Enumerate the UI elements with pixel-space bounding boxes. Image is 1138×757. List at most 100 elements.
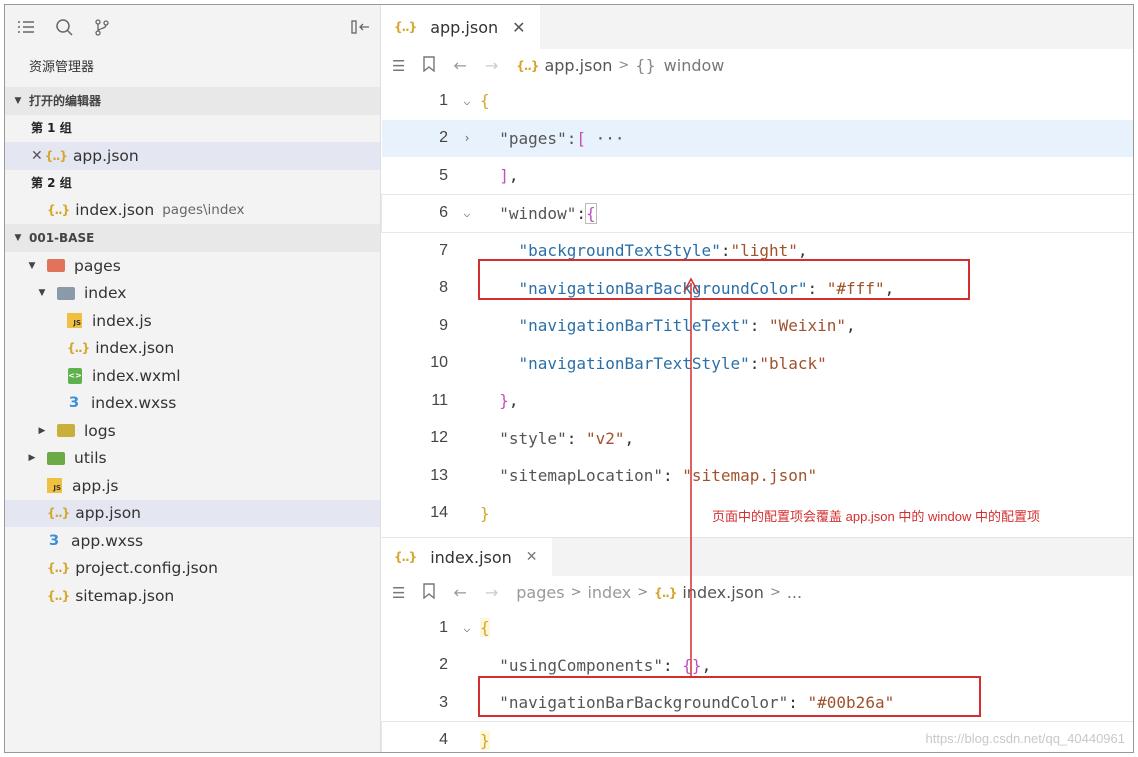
close-icon[interactable]: ✕ <box>31 148 43 164</box>
open-editor-index-json[interactable]: {..} index.json pages\index <box>5 197 380 225</box>
chevron-right-icon: > <box>570 585 582 600</box>
json-file-icon: {..} <box>516 58 539 73</box>
line-number: 8 <box>439 279 448 297</box>
forward-arrow-icon[interactable]: → <box>485 56 498 75</box>
line-number: 2 <box>439 129 448 147</box>
sidebar-toolbar <box>5 5 380 49</box>
wxml-file-icon: <> <box>68 367 82 384</box>
line-number: 13 <box>430 466 448 484</box>
bookmark-icon[interactable] <box>423 55 436 76</box>
project-section[interactable]: ▼ 001-BASE <box>5 224 380 252</box>
tree-item-label: index.json <box>95 339 175 358</box>
folder-open-icon <box>57 286 75 300</box>
tree-item-label: project.config.json <box>75 559 218 578</box>
group-1-label: 第 1 组 <box>31 121 72 135</box>
search-icon[interactable] <box>53 16 75 38</box>
code-editor-top[interactable]: 1 ⌵{ 2 › "pages":[ ··· 5 ], 6 ⌵ "window":{ … <box>381 82 1133 532</box>
json-key: "sitemapLocation" <box>499 466 664 486</box>
fold-chevron-icon[interactable]: ⌵ <box>454 94 480 108</box>
open-editor-filename: app.json <box>72 146 139 165</box>
annotation-text: 页面中的配置项会覆盖 app.json 中的 window 中的配置项 <box>712 509 1040 524</box>
source-control-icon[interactable] <box>91 16 113 38</box>
line-number: 3 <box>439 693 448 711</box>
tab-index-json[interactable]: {..} index.json ✕ <box>382 538 552 576</box>
tree-item-logs[interactable]: ▶ logs <box>5 417 380 445</box>
chevron-right-icon: ▶ <box>28 453 36 464</box>
tree-item-index-folder[interactable]: ▼ index <box>5 280 380 308</box>
open-editor-app-json[interactable]: ✕ {..} app.json <box>5 142 380 170</box>
fold-chevron-icon[interactable]: ⌵ <box>454 621 480 635</box>
tree-item-pages[interactable]: ▼ pages <box>5 252 380 280</box>
line-number: 6 <box>439 204 448 222</box>
js-file-icon: JS <box>67 313 82 329</box>
line-number: 11 <box>431 391 448 409</box>
fold-chevron-icon[interactable]: ⌵ <box>454 206 480 220</box>
symbol-object-icon: {} <box>635 56 656 75</box>
json-value: "v2" <box>585 428 625 448</box>
forward-arrow-icon[interactable]: → <box>485 583 498 602</box>
code-line: 12 "style": "v2", <box>382 420 1133 458</box>
json-key: "pages" <box>499 128 567 148</box>
breadcrumb-file[interactable]: app.json <box>544 56 612 75</box>
json-key: "window" <box>499 203 577 223</box>
chevron-right-icon: > <box>618 58 630 73</box>
breadcrumb-folder[interactable]: pages <box>516 583 564 602</box>
code-line: 10 "navigationBarTextStyle":"black" <box>382 345 1133 383</box>
list-icon[interactable]: ☰ <box>392 57 405 75</box>
json-key: "navigationBarTitleText" <box>518 316 750 336</box>
tree-item-app-json[interactable]: {..} app.json <box>5 499 380 527</box>
unfold-chevron-icon[interactable]: › <box>454 131 480 145</box>
explorer-sidebar: 资源管理器 ▼ 打开的编辑器 第 1 组 ✕ {..} app.json 第 2… <box>5 5 381 752</box>
open-editor-path: pages\index <box>162 202 245 219</box>
tab-app-json[interactable]: {..} app.json ✕ <box>382 5 540 49</box>
open-editor-filename: index.json <box>75 201 155 220</box>
bottom-editor-pane: {..} index.json ✕ ☰ ← → pages > index > … <box>381 537 1133 752</box>
tree-item-index-js[interactable]: JS index.js <box>5 307 380 335</box>
tree-item-label: utils <box>74 449 107 468</box>
tree-item-utils[interactable]: ▶ utils <box>5 445 380 473</box>
breadcrumb-folder[interactable]: index <box>587 583 631 602</box>
json-file-icon: {..} <box>47 588 70 603</box>
tab-label: app.json <box>430 17 499 37</box>
tree-item-project-config[interactable]: {..} project.config.json <box>5 555 380 583</box>
tree-item-app-js[interactable]: JS app.js <box>5 472 380 500</box>
chevron-down-icon: ▼ <box>38 288 46 299</box>
tree-item-index-wxml[interactable]: <> index.wxml <box>5 362 380 390</box>
tree-item-app-wxss[interactable]: З app.wxss <box>5 527 380 555</box>
json-file-icon: {..} <box>394 550 417 564</box>
code-line: 11 }, <box>382 382 1133 420</box>
project-label: 001-BASE <box>29 231 95 245</box>
collapse-panel-icon[interactable] <box>350 16 372 38</box>
top-tab-bar: {..} app.json ✕ <box>382 5 1133 49</box>
chevron-right-icon: > <box>637 585 649 600</box>
line-number: 1 <box>439 91 448 109</box>
tree-item-label: logs <box>84 421 116 440</box>
tree-item-index-json[interactable]: {..} index.json <box>5 335 380 363</box>
close-icon[interactable]: ✕ <box>526 549 538 565</box>
back-arrow-icon[interactable]: ← <box>453 56 466 75</box>
chevron-right-icon: ▶ <box>38 425 46 436</box>
json-value: "Weixin" <box>768 316 847 336</box>
watermark: https://blog.csdn.net/qq_40440961 <box>925 731 1126 746</box>
line-number: 2 <box>439 656 448 674</box>
json-file-icon: {..} <box>44 148 68 163</box>
breadcrumb-more[interactable]: ... <box>787 583 802 602</box>
json-key: "navigationBarTextStyle" <box>518 353 750 373</box>
code-line: 1 ⌵{ <box>382 609 1133 647</box>
open-editors-section[interactable]: ▼ 打开的编辑器 <box>5 87 380 115</box>
tree-item-sitemap[interactable]: {..} sitemap.json <box>5 582 380 610</box>
breadcrumb-symbol[interactable]: window <box>664 56 725 75</box>
override-arrow <box>683 277 699 678</box>
folder-icon <box>47 259 65 273</box>
list-icon[interactable] <box>15 16 37 38</box>
tree-item-label: index.wxml <box>92 366 181 385</box>
line-number: 1 <box>439 618 448 636</box>
explorer-title: 资源管理器 <box>29 60 95 75</box>
tree-item-label: sitemap.json <box>75 586 175 605</box>
back-arrow-icon[interactable]: ← <box>453 583 466 602</box>
tree-item-index-wxss[interactable]: З index.wxss <box>5 390 380 418</box>
close-icon[interactable]: ✕ <box>512 18 525 37</box>
list-icon[interactable]: ☰ <box>392 584 405 602</box>
json-value: "light" <box>730 241 798 261</box>
bookmark-icon[interactable] <box>423 582 436 603</box>
